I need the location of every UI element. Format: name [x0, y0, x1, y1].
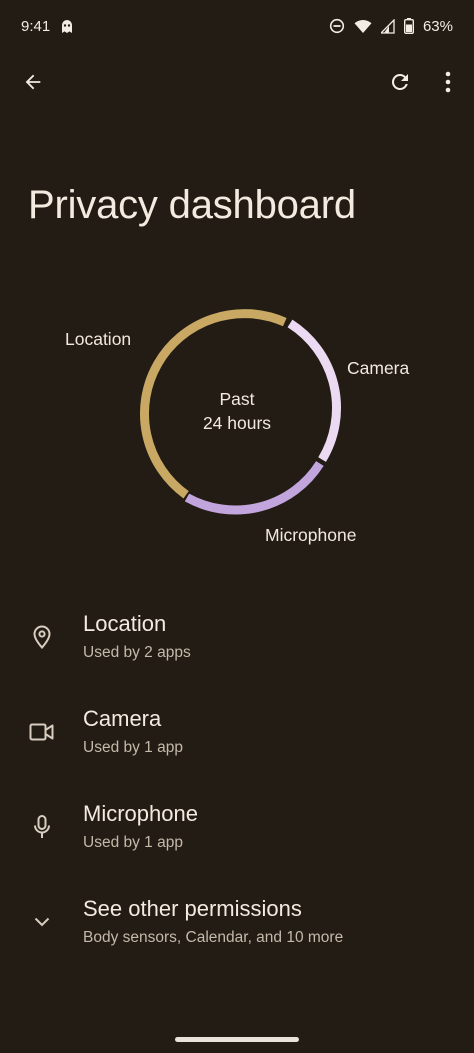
ring-center-text: Past 24 hours	[177, 387, 297, 435]
permission-list: Location Used by 2 apps Camera Used by 1…	[0, 595, 474, 975]
videocam-icon	[28, 718, 56, 746]
list-item-subtitle: Used by 1 app	[83, 739, 183, 756]
ring-label-microphone: Microphone	[265, 525, 357, 545]
list-item-title: Camera	[83, 706, 162, 731]
ring-label-camera: Camera	[347, 358, 410, 378]
ring-center-line1: Past	[219, 389, 255, 409]
list-item-title: Location	[83, 611, 167, 636]
list-item-title: Microphone	[83, 801, 198, 826]
list-item-camera[interactable]: Camera Used by 1 app	[0, 690, 474, 785]
location-pin-icon	[28, 623, 56, 651]
list-item-microphone[interactable]: Microphone Used by 1 app	[0, 785, 474, 880]
list-item-title: See other permissions	[83, 896, 302, 921]
ring-segment-microphone	[184, 461, 324, 515]
list-item-subtitle: Used by 1 app	[83, 834, 183, 851]
list-item-location[interactable]: Location Used by 2 apps	[0, 595, 474, 690]
list-item-see-other-permissions[interactable]: See other permissions Body sensors, Cale…	[0, 880, 474, 975]
ring-center-line2: 24 hours	[202, 413, 272, 433]
list-item-subtitle: Used by 2 apps	[83, 644, 191, 661]
ring-label-location: Location	[65, 329, 132, 349]
mic-icon	[28, 813, 56, 841]
gesture-nav-handle[interactable]	[175, 1037, 299, 1042]
chevron-down-icon	[28, 908, 56, 936]
usage-ring[interactable]	[0, 0, 474, 600]
list-item-subtitle: Body sensors, Calendar, and 10 more	[83, 929, 344, 946]
